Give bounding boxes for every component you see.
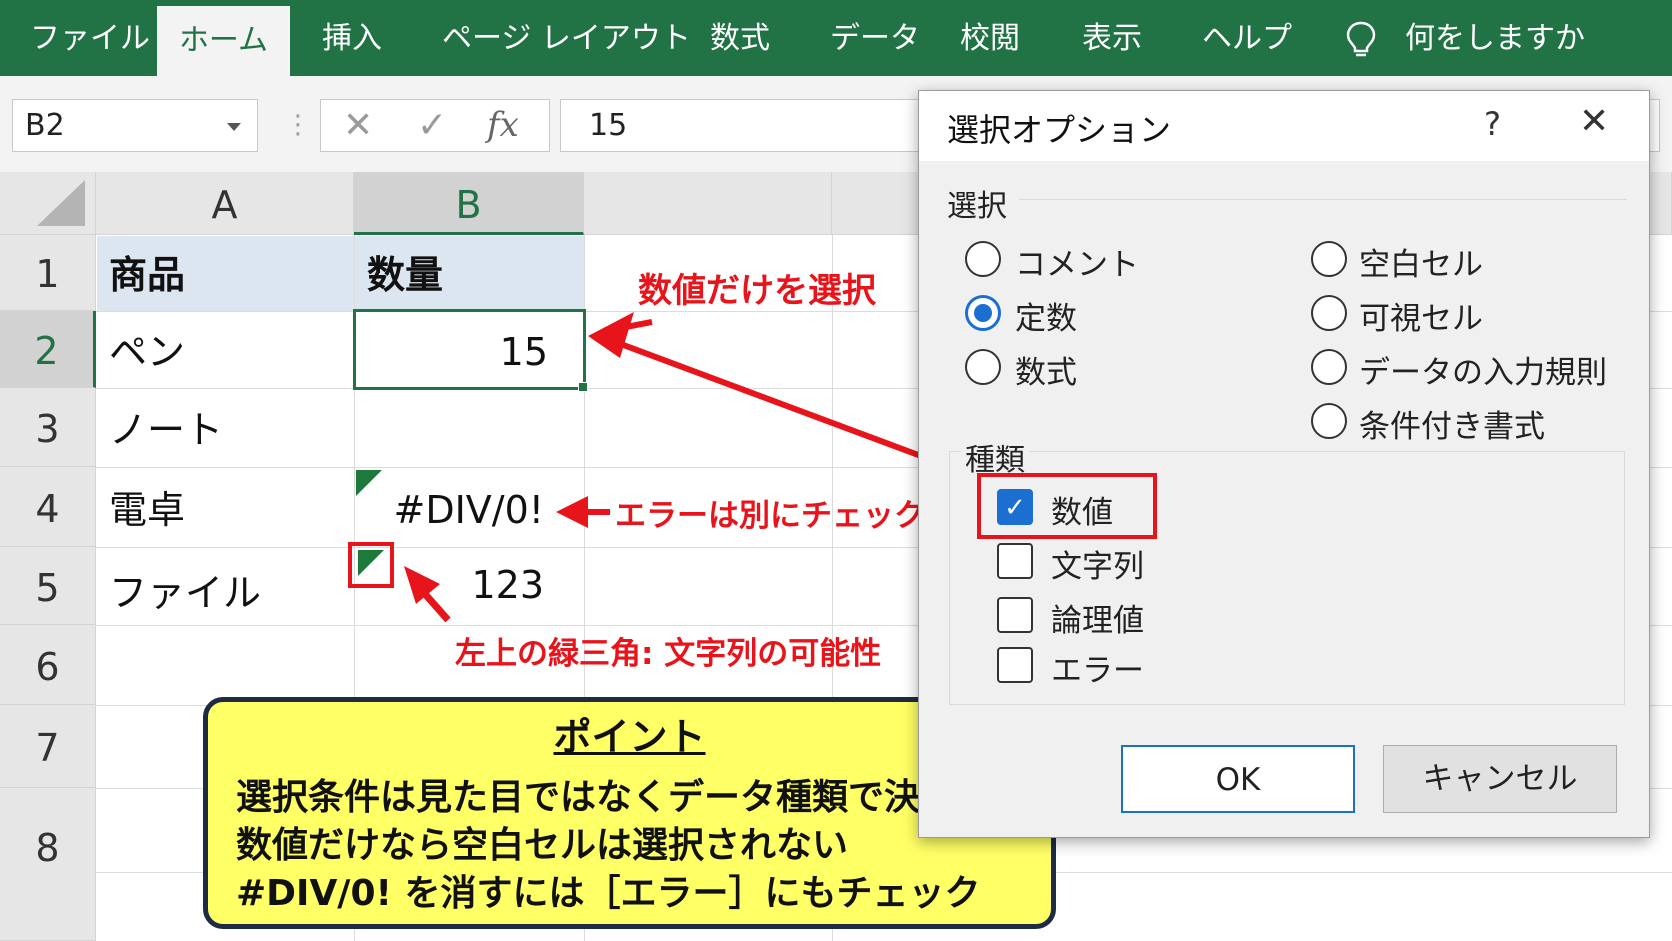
option-visible-cells-label: 可視セル bbox=[1359, 301, 1483, 337]
radio-data-validation[interactable] bbox=[1311, 349, 1347, 385]
checkbox-text[interactable] bbox=[997, 543, 1033, 579]
point-line-3: #DIV/0! を消すには［エラー］にもチェック bbox=[236, 873, 981, 914]
group-divider bbox=[1019, 199, 1627, 200]
checkbox-logicals[interactable] bbox=[997, 597, 1033, 633]
ok-button[interactable]: OK bbox=[1121, 745, 1355, 813]
radio-comment[interactable] bbox=[965, 241, 1001, 277]
arrowhead-icon bbox=[556, 496, 588, 528]
select-group-label: 選択 bbox=[947, 189, 1007, 224]
checkbox-errors[interactable] bbox=[997, 647, 1033, 683]
point-line-2: 数値だけなら空白セルは選択されない bbox=[236, 825, 849, 866]
arrowhead-icon bbox=[404, 566, 440, 604]
radio-blanks[interactable] bbox=[1311, 241, 1347, 277]
option-comment-label: コメント bbox=[1015, 247, 1139, 283]
help-button[interactable]: ? bbox=[1484, 105, 1501, 143]
option-constants-label: 定数 bbox=[1015, 301, 1077, 337]
dialog-title: 選択オプション bbox=[947, 111, 1172, 149]
cancel-button[interactable]: キャンセル bbox=[1383, 745, 1617, 813]
option-data-validation-label: データの入力規則 bbox=[1359, 355, 1607, 391]
option-formulas-label: 数式 bbox=[1015, 355, 1077, 391]
dialog-titlebar: 選択オプション ? ✕ bbox=[919, 91, 1649, 161]
highlight-box-numbers bbox=[977, 473, 1157, 539]
radio-visible-cells[interactable] bbox=[1311, 295, 1347, 331]
type-errors-label: エラー bbox=[1051, 653, 1144, 689]
option-blanks-label: 空白セル bbox=[1359, 247, 1483, 283]
select-options-dialog: 選択オプション ? ✕ 選択 コメント 定数 数式 空白セル 可視セル データの… bbox=[918, 90, 1650, 838]
arrowhead-icon bbox=[588, 312, 634, 358]
close-button[interactable]: ✕ bbox=[1579, 101, 1609, 142]
type-logicals-label: 論理値 bbox=[1051, 603, 1144, 639]
point-line-1: 選択条件は見た目ではなくデータ種類で決める bbox=[236, 777, 993, 818]
radio-constants[interactable] bbox=[965, 295, 1001, 331]
type-text-label: 文字列 bbox=[1051, 549, 1144, 585]
radio-conditional-formats[interactable] bbox=[1311, 403, 1347, 439]
radio-formulas[interactable] bbox=[965, 349, 1001, 385]
option-conditional-formats-label: 条件付き書式 bbox=[1359, 409, 1545, 445]
